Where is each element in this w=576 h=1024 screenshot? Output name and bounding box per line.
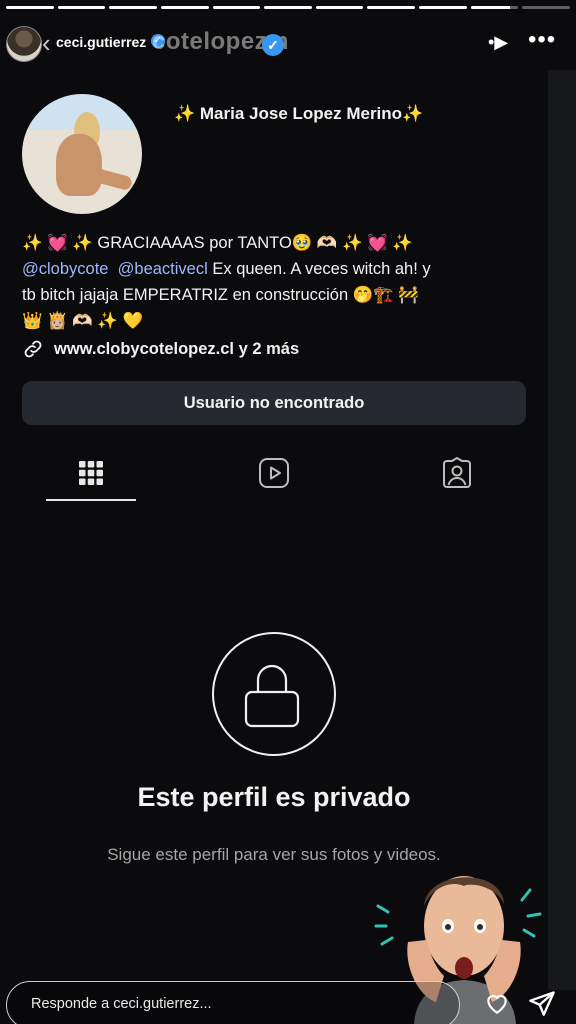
story-progress-segment	[419, 6, 467, 9]
story-progress-bar	[6, 6, 571, 9]
tab-reels[interactable]	[229, 445, 319, 501]
more-options-icon[interactable]: •••	[528, 26, 556, 54]
lock-icon	[244, 664, 300, 728]
reels-icon	[259, 458, 289, 488]
story-progress-segment	[264, 6, 312, 9]
story-progress-segment	[160, 6, 209, 9]
bio-line: ✨ 💓 ✨ GRACIAAAAS por TANTO🥹 🫶🏻 ✨ 💓 ✨	[22, 234, 413, 252]
story-author-avatar[interactable]	[6, 26, 42, 62]
like-heart-icon[interactable]	[484, 990, 510, 1016]
back-arrow-icon[interactable]: ‹	[42, 28, 51, 59]
tab-posts-grid[interactable]	[46, 445, 136, 501]
story-progress-segment	[212, 6, 261, 9]
profile-display-name: ✨ Maria Jose Lopez Merino✨	[174, 104, 424, 123]
send-icon[interactable]	[528, 989, 556, 1017]
lock-badge	[212, 632, 336, 756]
grid-icon	[79, 461, 103, 485]
private-profile-title: Este perfil es privado	[137, 782, 411, 812]
story-header: ‹ ceci.gutierrez ✓ cotelopezm ✓ •▶ •••	[0, 24, 576, 64]
profile-tabs	[0, 445, 576, 505]
bio-line: @clobycote @beactivecl Ex queen. A veces…	[22, 256, 542, 282]
story-screen: ‹ ceci.gutierrez ✓ cotelopezm ✓ •▶ ••• ✨…	[0, 0, 576, 1024]
story-author-username[interactable]: ceci.gutierrez	[56, 34, 146, 50]
tab-tagged[interactable]	[412, 445, 502, 501]
bio-text: Ex queen. A veces witch ah! y	[207, 260, 431, 278]
profile-avatar	[22, 94, 142, 214]
profile-bio: ✨ 💓 ✨ GRACIAAAAS por TANTO🥹 🫶🏻 ✨ 💓 ✨ @cl…	[22, 230, 542, 334]
bio-line: tb bitch jajaja EMPERATRIZ en construcci…	[22, 286, 419, 304]
reply-input[interactable]: Responde a ceci.gutierrez...	[6, 981, 460, 1024]
story-progress-segment	[367, 6, 416, 9]
play-icon[interactable]: •▶	[488, 32, 508, 53]
mention-link[interactable]: @clobycote	[22, 260, 108, 278]
link-icon	[24, 340, 42, 358]
tagged-user-icon	[443, 457, 471, 488]
story-progress-segment	[470, 6, 519, 9]
mention-link[interactable]: @beactivecl	[118, 260, 208, 278]
reply-placeholder: Responde a ceci.gutierrez...	[31, 996, 212, 1012]
website-link-text: www.clobycotelopez.cl y 2 más	[54, 339, 300, 358]
story-progress-segment	[6, 6, 54, 9]
profile-website-link[interactable]: www.clobycotelopez.cl y 2 más	[22, 338, 299, 360]
story-progress-segment	[109, 6, 157, 9]
verified-badge-icon: ✓	[262, 34, 284, 56]
story-progress-segment	[57, 6, 106, 9]
bio-line: 👑 👸🏼 🫶🏻 ✨ 💛	[22, 312, 144, 330]
story-progress-segment	[315, 6, 364, 9]
story-edge-overlay	[548, 70, 576, 990]
story-progress-segment	[522, 6, 571, 9]
user-not-found-button[interactable]: Usuario no encontrado	[22, 381, 526, 425]
